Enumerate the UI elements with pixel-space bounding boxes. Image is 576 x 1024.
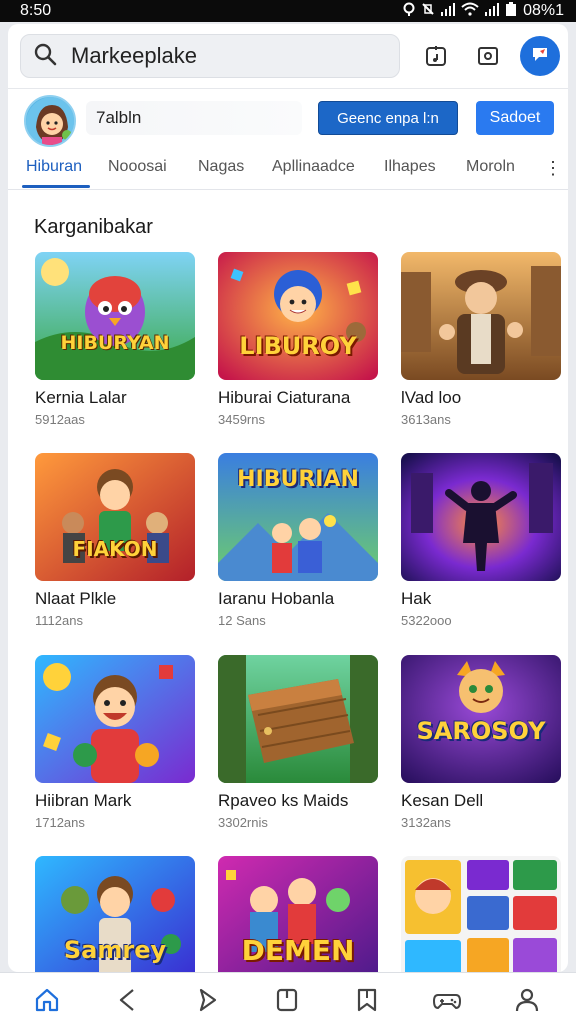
- search-icon: [33, 42, 57, 71]
- search-input[interactable]: [71, 43, 371, 69]
- signal-icon: [440, 2, 456, 21]
- thumbnail-art-text: DEMEN: [241, 934, 355, 967]
- user-row: 7albln Geenc enpa l:n Sadoet: [8, 88, 568, 148]
- category-tabs: Hiburan Nooosai Nagas Apllinaadce Ilhape…: [8, 148, 568, 190]
- game-thumbnail[interactable]: FIAKON: [35, 453, 195, 581]
- status-time: 8:50: [20, 2, 52, 19]
- play-icon[interactable]: [190, 983, 224, 1017]
- game-thumbnail[interactable]: [401, 856, 561, 972]
- game-title: Hak: [401, 589, 432, 608]
- signal-icon-2: [484, 2, 500, 21]
- game-tile[interactable]: LIBUROY Hiburai Ciaturana 3459rns: [218, 252, 378, 427]
- search-bar[interactable]: [20, 34, 400, 78]
- bottom-nav: [0, 972, 576, 1024]
- account-icon[interactable]: [510, 983, 544, 1017]
- game-subtitle: 3613ans: [401, 412, 451, 427]
- thumbnail-art-text: HIBURYAN: [60, 332, 170, 354]
- status-icons: [402, 1, 517, 21]
- game-thumbnail[interactable]: HIBURIAN: [218, 453, 378, 581]
- home-icon[interactable]: [30, 983, 64, 1017]
- thumbnail-art-text: FIAKON: [72, 537, 158, 561]
- status-right: 08%1: [402, 1, 564, 21]
- tab-hiburan[interactable]: Hiburan: [26, 158, 82, 176]
- game-tile[interactable]: lVad loo 3613ans: [401, 252, 561, 427]
- bookmark-icon[interactable]: [350, 983, 384, 1017]
- game-tile[interactable]: Samrey: [35, 856, 195, 972]
- game-title: Rpaveo ks Maids: [218, 791, 349, 810]
- game-thumbnail[interactable]: DEMEN: [218, 856, 378, 972]
- more-options-icon[interactable]: ⋮: [544, 158, 562, 179]
- gamepad-icon[interactable]: [430, 983, 464, 1017]
- thumbnail-art-text: LIBUROY: [239, 332, 357, 360]
- game-title: lVad loo: [401, 388, 462, 407]
- chat-icon: [529, 43, 551, 70]
- username-field[interactable]: 7albln: [86, 101, 302, 135]
- game-thumbnail[interactable]: [401, 252, 561, 380]
- game-subtitle: 1712ans: [35, 815, 85, 830]
- location-icon: [402, 2, 416, 21]
- thumbnail-art-text: SAROSOY: [416, 717, 546, 745]
- game-tile[interactable]: Hak 5322ooo: [401, 453, 561, 628]
- game-thumbnail[interactable]: Samrey: [35, 856, 195, 972]
- battery-percent: 08%1: [523, 2, 564, 19]
- tab-2[interactable]: Nooosai: [108, 158, 167, 176]
- game-tile[interactable]: FIAKON Nlaat Plkle 1112ans: [35, 453, 195, 628]
- back-icon[interactable]: [110, 983, 144, 1017]
- game-thumbnail[interactable]: [401, 453, 561, 581]
- battery-icon: [505, 1, 517, 21]
- mute-icon: [421, 2, 435, 21]
- game-tile[interactable]: SAROSOY Kesan Dell 3132ans: [401, 655, 561, 830]
- music-icon[interactable]: [416, 36, 456, 76]
- thumbnail-art-text: HIBURIAN: [237, 467, 359, 492]
- game-subtitle: 3302rnis: [218, 815, 268, 830]
- profile-button[interactable]: [520, 36, 560, 76]
- game-title: Kesan Dell: [401, 791, 484, 810]
- game-subtitle: 1112ans: [35, 613, 83, 628]
- library-icon[interactable]: [270, 983, 304, 1017]
- tab-4[interactable]: Apllinaadce: [272, 158, 355, 176]
- game-thumbnail[interactable]: SAROSOY: [401, 655, 561, 783]
- game-title: Nlaat Plkle: [35, 589, 117, 608]
- game-subtitle: 3459rns: [218, 412, 265, 427]
- game-title: Iaranu Hobanla: [218, 589, 335, 608]
- game-thumbnail[interactable]: [35, 655, 195, 783]
- main-card: 7albln Geenc enpa l:n Sadoet Hiburan Noo…: [8, 24, 568, 972]
- game-subtitle: 5322ooo: [401, 613, 452, 628]
- tab-5[interactable]: Ilhapes: [384, 158, 436, 176]
- game-title: Hiibran Mark: [35, 791, 132, 810]
- screen-icon[interactable]: [468, 36, 508, 76]
- game-subtitle: 3132ans: [401, 815, 451, 830]
- game-subtitle: 12 Sans: [218, 613, 266, 628]
- avatar[interactable]: [24, 95, 76, 147]
- game-tile[interactable]: HIBURYAN Kernia Lalar 5912aas: [35, 252, 195, 427]
- tab-6[interactable]: Moroln: [466, 158, 515, 176]
- game-thumbnail[interactable]: LIBUROY: [218, 252, 378, 380]
- status-bar: 8:50 08%1: [0, 0, 576, 22]
- section-title: Karganibakar: [34, 216, 153, 238]
- secondary-action-button[interactable]: Geenc enpa l:n: [318, 101, 458, 135]
- game-tile[interactable]: [401, 856, 561, 972]
- game-title: Hiburai Ciaturana: [218, 388, 351, 407]
- game-subtitle: 5912aas: [35, 412, 85, 427]
- game-tile[interactable]: HIBURIAN Iaranu Hobanla 12 Sans: [218, 453, 378, 628]
- wifi-icon: [461, 2, 479, 21]
- thumbnail-art-text: Samrey: [63, 936, 167, 964]
- primary-action-button[interactable]: Sadoet: [476, 101, 554, 135]
- game-tile[interactable]: Hiibran Mark 1712ans: [35, 655, 195, 830]
- game-tile[interactable]: Rpaveo ks Maids 3302rnis: [218, 655, 378, 830]
- game-thumbnail[interactable]: HIBURYAN: [35, 252, 195, 380]
- game-thumbnail[interactable]: [218, 655, 378, 783]
- game-tile[interactable]: DEMEN: [218, 856, 378, 972]
- active-tab-indicator: [22, 185, 90, 188]
- game-title: Kernia Lalar: [35, 388, 127, 407]
- tab-3[interactable]: Nagas: [198, 158, 244, 176]
